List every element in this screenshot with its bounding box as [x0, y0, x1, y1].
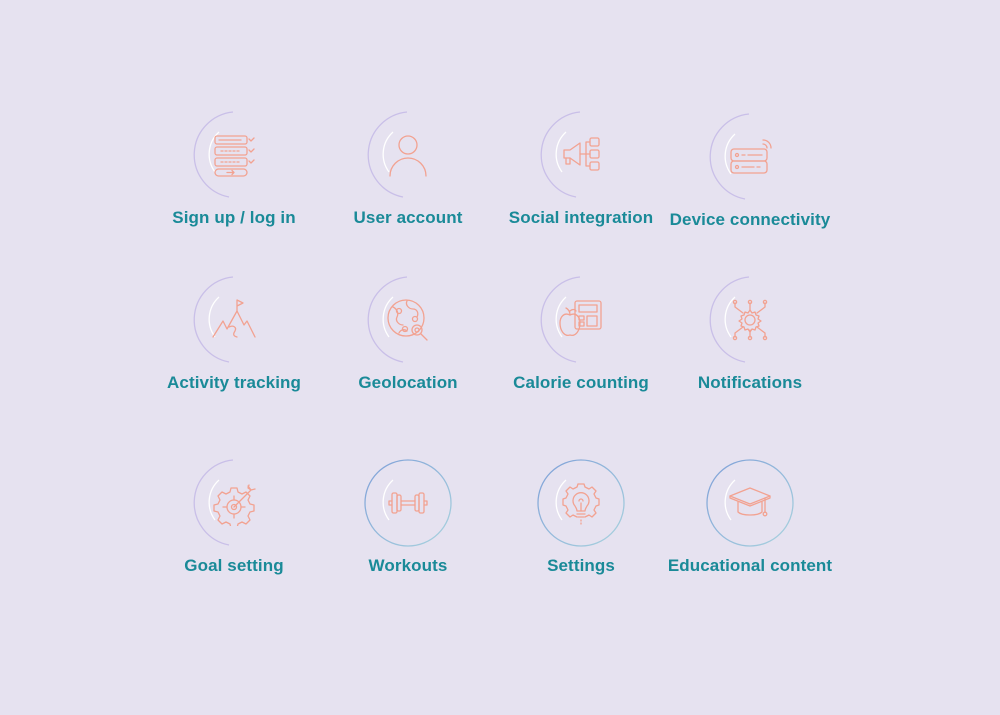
- feature-label: Activity tracking: [167, 373, 301, 392]
- gear-lightbulb-icon: [558, 480, 604, 526]
- feature-device-connectivity[interactable]: Device connectivity: [660, 112, 840, 262]
- feature-label: User account: [353, 208, 463, 227]
- apple-calculator-icon: [558, 297, 604, 343]
- feature-geolocation[interactable]: Geolocation: [318, 275, 498, 425]
- signup-form-icon: [211, 132, 257, 178]
- feature-sign-up-log-in[interactable]: Sign up / log in: [144, 110, 324, 260]
- globe-location-icon: [385, 297, 431, 343]
- megaphone-network-icon: [558, 132, 604, 178]
- gear-network-icon: [727, 297, 773, 343]
- feature-settings[interactable]: Settings: [491, 458, 671, 608]
- server-wifi-icon: [727, 134, 773, 180]
- feature-label: Settings: [547, 556, 615, 575]
- feature-label: Device connectivity: [669, 210, 831, 229]
- feature-notifications[interactable]: Notifications: [660, 275, 840, 425]
- feature-social-integration[interactable]: Social integration: [491, 110, 671, 260]
- feature-workouts[interactable]: Workouts: [318, 458, 498, 608]
- feature-label: Calorie counting: [513, 373, 649, 392]
- feature-user-account[interactable]: User account: [318, 110, 498, 260]
- graduation-cap-icon: [727, 480, 773, 526]
- feature-goal-setting[interactable]: Goal setting: [144, 458, 324, 608]
- feature-label: Goal setting: [184, 556, 284, 575]
- dumbbell-icon: [385, 480, 431, 526]
- feature-label: Notifications: [697, 373, 803, 392]
- feature-calorie-counting[interactable]: Calorie counting: [491, 275, 671, 425]
- feature-activity-tracking[interactable]: Activity tracking: [144, 275, 324, 425]
- user-icon: [385, 132, 431, 178]
- feature-label: Workouts: [368, 556, 448, 575]
- feature-label: Geolocation: [358, 373, 458, 392]
- feature-educational-content[interactable]: Educational content: [660, 458, 840, 608]
- feature-label: Sign up / log in: [172, 208, 296, 227]
- feature-label: Educational content: [667, 556, 833, 575]
- feature-label: Social integration: [508, 208, 654, 227]
- gear-target-icon: [211, 480, 257, 529]
- mountain-flag-icon: [211, 297, 257, 343]
